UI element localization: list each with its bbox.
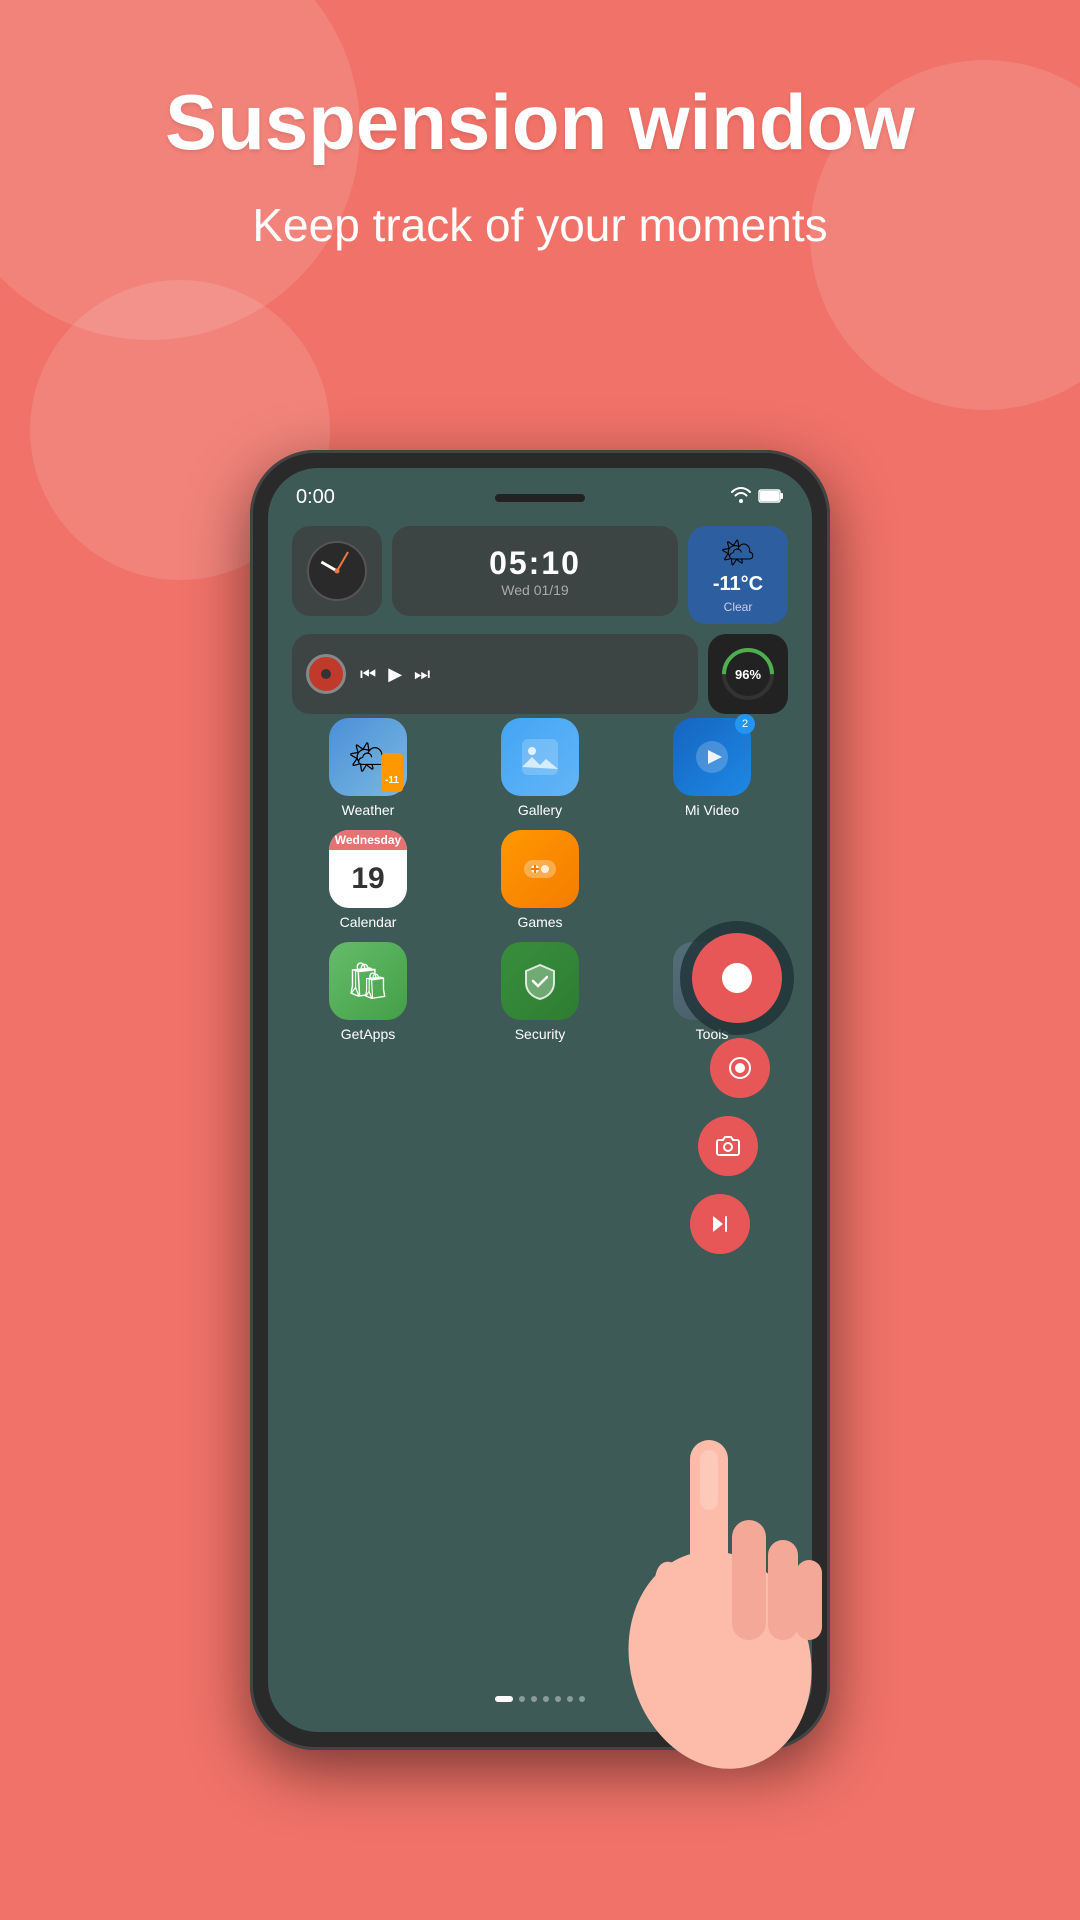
app-item-calendar[interactable]: Wednesday 19 Calendar [282,830,454,930]
widget-area: 05:10 Wed 01/19 🌤 -11°C Clear [292,526,788,732]
music-widget[interactable]: ⏮ ▶ ⏭ [292,634,698,714]
gallery-app-label: Gallery [518,802,562,818]
hand-illustration [550,1280,890,1780]
clock-face [307,541,367,601]
status-bar: 0:00 [296,486,784,509]
battery-status-icon [758,487,784,508]
gallery-app-icon [501,718,579,796]
digital-time: 05:10 [489,545,581,582]
weather-icon: 🌤 [720,536,756,569]
games-app-label: Games [517,914,562,930]
floating-camera-button[interactable] [698,1116,758,1176]
widget-row-1: 05:10 Wed 01/19 🌤 -11°C Clear [292,526,788,624]
calendar-app-icon: Wednesday 19 [329,830,407,908]
clock-widget[interactable] [292,526,382,616]
floating-record-button[interactable] [710,1038,770,1098]
battery-circle: 96% [722,648,774,700]
phone-container: 0:00 [250,450,830,1750]
weather-widget[interactable]: 🌤 -11°C Clear [688,526,788,624]
play-button[interactable]: ▶ [388,664,402,685]
weather-app-label: Weather [342,802,395,818]
header-section: Suspension window Keep track of your mom… [0,80,1080,256]
music-controls[interactable]: ⏮ ▶ ⏭ [360,664,430,685]
music-record-icon [306,654,346,694]
app-item-mivideo[interactable]: 2 Mi Video [626,718,798,818]
digital-clock-widget[interactable]: 05:10 Wed 01/19 [392,526,678,616]
battery-widget[interactable]: 96% [708,634,788,714]
calendar-app-label: Calendar [340,914,397,930]
cal-date: 19 [329,850,407,908]
floating-video-button[interactable] [690,1194,750,1254]
app-item-getapps[interactable]: 🛍 GetApps [282,942,454,1042]
app-item-weather[interactable]: 🌤 -11 Weather [282,718,454,818]
mivideo-app-label: Mi Video [685,802,739,818]
widget-row-2: ⏮ ▶ ⏭ 96% [292,634,788,714]
status-icons [730,487,784,508]
dot-active [495,1696,513,1702]
tools-app-label: Tools [696,1026,729,1042]
mivideo-badge: 2 [735,714,755,734]
weather-app-icon: 🌤 -11 [329,718,407,796]
dot-3 [543,1696,549,1702]
weather-temp: -11°C [713,573,763,596]
security-app-icon [501,942,579,1020]
phone-body: 0:00 [250,450,830,1750]
music-record-inner [321,669,331,679]
app-item-gallery[interactable]: Gallery [454,718,626,818]
battery-arc [711,637,785,711]
clock-dot [335,569,340,574]
getapps-app-label: GetApps [341,1026,395,1042]
next-button[interactable]: ⏭ [414,664,430,685]
games-app-icon [501,830,579,908]
getapps-app-icon: 🛍 [329,942,407,1020]
main-title: Suspension window [60,80,1020,166]
prev-button[interactable]: ⏮ [360,664,376,685]
status-time: 0:00 [296,486,335,509]
security-app-label: Security [515,1026,566,1042]
wifi-icon [730,487,752,508]
floating-main-button[interactable] [692,933,782,1023]
weather-desc: Clear [724,600,753,614]
app-item-games[interactable]: Games [454,830,626,930]
app-item-security[interactable]: Security [454,942,626,1042]
cal-header: Wednesday [329,830,407,850]
floating-main-inner [722,963,752,993]
dot-1 [519,1696,525,1702]
dot-2 [531,1696,537,1702]
app-item-empty [626,830,798,930]
digital-date: Wed 01/19 [501,582,568,598]
mivideo-app-icon: 2 [673,718,751,796]
sub-title: Keep track of your moments [60,196,1020,256]
